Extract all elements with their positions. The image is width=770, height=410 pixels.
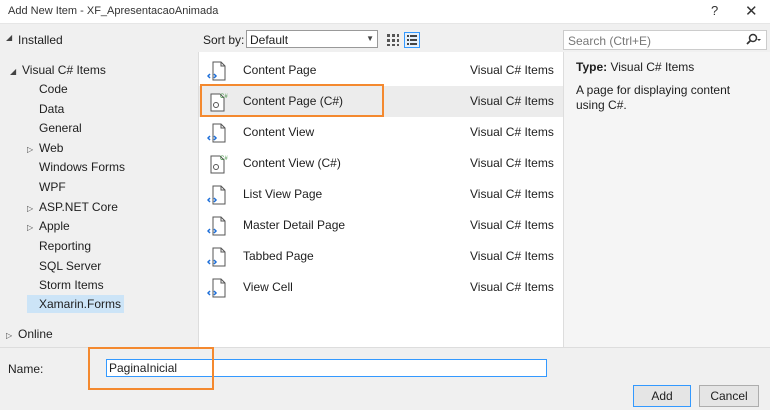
tree-item-reporting[interactable]: Reporting xyxy=(27,237,91,255)
template-description: A page for displaying content using C#. xyxy=(576,83,731,112)
tree-item-label: Web xyxy=(39,141,64,155)
tree-item-label: General xyxy=(39,121,82,135)
template-name: List View Page xyxy=(243,187,323,201)
template-language: Visual C# Items xyxy=(470,218,554,232)
cancel-button[interactable]: Cancel xyxy=(699,385,759,407)
tabbed-page-icon xyxy=(207,247,226,267)
template-name: Content Page (C#) xyxy=(243,94,344,108)
template-language: Visual C# Items xyxy=(470,63,554,77)
view-cell-icon xyxy=(207,278,226,298)
grid-view-button[interactable] xyxy=(385,32,401,48)
tree-item-data[interactable]: Data xyxy=(27,100,64,118)
tree-item-label: SQL Server xyxy=(39,259,102,273)
expand-icon[interactable]: ▷ xyxy=(27,219,39,237)
template-item-content-view[interactable]: Content View Visual C# Items xyxy=(199,117,563,148)
close-button[interactable]: ✕ xyxy=(745,2,758,20)
tree-item-general[interactable]: General xyxy=(27,119,82,137)
collapse-icon[interactable]: ◢ xyxy=(6,33,12,42)
tree-item-label: Windows Forms xyxy=(39,160,126,174)
sort-label: Sort by: xyxy=(203,33,245,47)
template-name: Content View (C#) xyxy=(243,156,341,170)
tree-item-label: WPF xyxy=(39,180,66,194)
sort-value: Default xyxy=(250,33,289,47)
tree-item-wpf[interactable]: WPF xyxy=(27,178,66,196)
tree-item-label: Data xyxy=(39,102,65,116)
template-item-view-cell[interactable]: View Cell Visual C# Items xyxy=(199,272,563,303)
list-view-icon xyxy=(407,35,417,45)
window-title: Add New Item - XF_ApresentacaoAnimada xyxy=(8,5,219,17)
tree-item-visual-csharp[interactable]: ◢ Visual C# Items xyxy=(10,61,106,79)
template-name: Master Detail Page xyxy=(243,218,346,232)
template-item-master-detail-page[interactable]: Master Detail Page Visual C# Items xyxy=(199,210,563,241)
template-language: Visual C# Items xyxy=(470,280,554,294)
template-language: Visual C# Items xyxy=(470,249,554,263)
name-label: Name: xyxy=(8,362,44,376)
tree-item-sql-server[interactable]: SQL Server xyxy=(27,257,101,275)
tree-item-label: Storm Items xyxy=(39,278,104,292)
tree-item-online[interactable]: ▷ Online xyxy=(6,325,53,343)
content-page-icon xyxy=(207,61,226,81)
template-language: Visual C# Items xyxy=(470,187,554,201)
template-name: Tabbed Page xyxy=(243,249,314,263)
grid-view-icon xyxy=(387,34,399,46)
chevron-down-icon: ▼ xyxy=(366,34,374,43)
installed-label: Installed xyxy=(18,33,63,47)
expand-icon[interactable]: ◢ xyxy=(10,63,22,81)
template-item-content-page-cs[interactable]: C# Content Page (C#) Visual C# Items xyxy=(199,86,563,117)
template-item-tabbed-page[interactable]: Tabbed Page Visual C# Items xyxy=(199,241,563,272)
help-button[interactable]: ? xyxy=(711,3,718,18)
csharp-badge: C# xyxy=(220,156,228,162)
search-box[interactable]: Search (Ctrl+E) xyxy=(563,30,767,50)
list-view-page-icon xyxy=(207,185,226,205)
title-bar: Add New Item - XF_ApresentacaoAnimada ? … xyxy=(0,0,770,24)
expand-icon[interactable]: ▷ xyxy=(27,200,39,218)
template-language: Visual C# Items xyxy=(470,156,554,170)
template-language: Visual C# Items xyxy=(470,94,554,108)
template-tree: ◢ Visual C# Items Code Data General ▷ Web … xyxy=(0,52,199,347)
tree-item-label: Visual C# Items xyxy=(22,63,106,77)
tree-item-label: Online xyxy=(18,327,53,341)
content-view-icon xyxy=(207,123,226,143)
tree-item-xamarin-forms[interactable]: Xamarin.Forms xyxy=(27,295,125,313)
type-value: Visual C# Items xyxy=(610,60,695,74)
tree-item-web[interactable]: ▷ Web xyxy=(27,139,63,157)
search-placeholder: Search (Ctrl+E) xyxy=(568,34,652,48)
tree-item-aspnet-core[interactable]: ▷ ASP.NET Core xyxy=(27,198,118,216)
csharp-badge: C# xyxy=(220,94,228,100)
template-language: Visual C# Items xyxy=(470,125,554,139)
tree-item-label: Apple xyxy=(39,219,70,233)
tree-item-code[interactable]: Code xyxy=(27,80,68,98)
sort-select[interactable]: Default ▼ xyxy=(246,30,378,48)
template-name: Content Page xyxy=(243,63,317,77)
master-detail-page-icon xyxy=(207,216,226,236)
toolbar: Sort by: Default ▼ Search (Ctrl+E) xyxy=(199,28,770,52)
tree-item-apple[interactable]: ▷ Apple xyxy=(27,217,70,235)
template-name: View Cell xyxy=(243,280,293,294)
installed-header[interactable]: ◢ Installed xyxy=(0,28,199,52)
list-view-button[interactable] xyxy=(404,32,420,48)
template-name: Content View xyxy=(243,125,315,139)
expand-icon[interactable]: ▷ xyxy=(27,141,39,159)
template-list: Content Page Visual C# Items C# Content … xyxy=(199,52,563,347)
add-button[interactable]: Add xyxy=(633,385,691,407)
details-panel: Type: Visual C# Items A page for display… xyxy=(563,52,770,347)
name-bar: Name: PaginaInicial Add Cancel xyxy=(0,347,770,410)
expand-icon[interactable]: ▷ xyxy=(6,327,18,345)
tree-item-label: Xamarin.Forms xyxy=(39,297,122,311)
csharp-page-icon: C# xyxy=(210,93,228,112)
template-item-list-view-page[interactable]: List View Page Visual C# Items xyxy=(199,179,563,210)
tree-item-windows-forms[interactable]: Windows Forms xyxy=(27,158,125,176)
name-input[interactable]: PaginaInicial xyxy=(106,359,547,377)
template-item-content-page[interactable]: Content Page Visual C# Items xyxy=(199,55,563,86)
tree-item-storm-items[interactable]: Storm Items xyxy=(27,276,104,294)
type-line: Type: Visual C# Items xyxy=(576,60,694,74)
tree-item-label: Reporting xyxy=(39,239,92,253)
type-label: Type: xyxy=(576,60,608,74)
csharp-view-icon: C# xyxy=(210,155,228,174)
tree-item-label: ASP.NET Core xyxy=(39,200,118,214)
search-icon[interactable] xyxy=(744,33,762,50)
tree-item-label: Code xyxy=(39,82,68,96)
template-item-content-view-cs[interactable]: C# Content View (C#) Visual C# Items xyxy=(199,148,563,179)
